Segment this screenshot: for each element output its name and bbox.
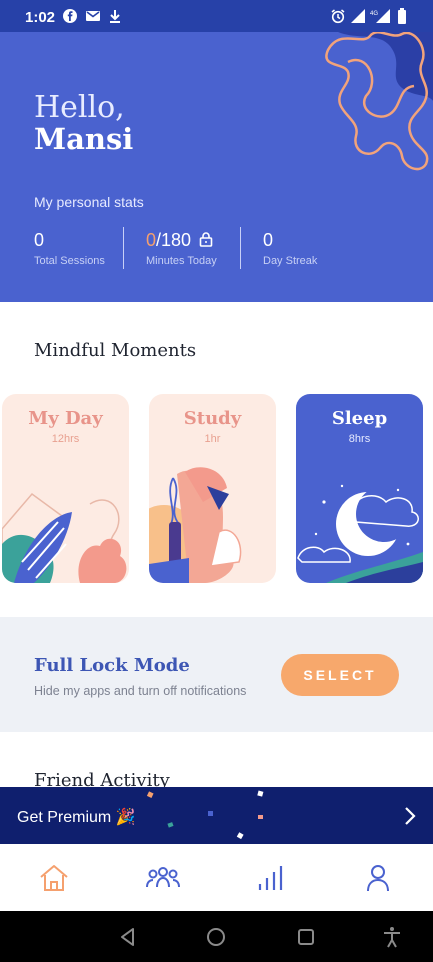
party-popper-icon: 🎉 [115,809,136,826]
decorative-blob-illustration [325,32,433,171]
bar-chart-icon[interactable] [256,862,288,894]
card-title: Study [183,408,242,429]
status-bar: 1:02 4G [0,0,433,32]
card-subtitle: 12hrs [51,433,80,445]
mindful-moments-title: Mindful Moments [34,340,197,361]
lock-icon[interactable] [198,231,214,247]
signal-icon [351,9,365,23]
recents-icon[interactable] [295,926,317,948]
stat-value: 0 [34,230,45,250]
stat-label: Minutes Today [146,255,217,267]
back-icon[interactable] [117,926,139,948]
alarm-icon [331,9,345,24]
get-premium-banner[interactable]: Get Premium 🎉 [0,787,433,844]
full-lock-mode-panel: Full Lock Mode Hide my apps and turn off… [0,617,433,732]
lock-mode-subtitle: Hide my apps and turn off notifications [34,684,247,698]
stat-divider [123,227,124,269]
accessibility-icon[interactable] [381,926,403,948]
user-name: Mansi [34,122,134,156]
stat-label: Day Streak [263,255,318,267]
download-icon [110,10,120,23]
stat-value: 0 [263,230,274,250]
premium-text: Get Premium [17,809,112,826]
stats-label: My personal stats [34,194,144,210]
card-title: My Day [28,408,103,429]
greeting: Hello, [34,90,125,125]
card-study[interactable]: Study 1hr [149,394,276,583]
network-4g-icon: 4G [370,9,390,23]
battery-icon [398,8,406,24]
facebook-icon [63,9,77,23]
group-icon[interactable] [145,862,181,894]
card-title: Sleep [331,408,388,429]
gmail-icon [86,11,100,21]
select-button[interactable]: SELECT [281,654,399,696]
card-subtitle: 8hrs [348,433,371,445]
premium-label: Get Premium 🎉 [17,807,136,827]
system-navigation-bar [0,911,433,962]
lock-mode-title: Full Lock Mode [34,655,190,676]
card-sleep[interactable]: Sleep 8hrs [296,394,423,583]
stat-label: Total Sessions [34,255,105,267]
network-label: 4G [370,11,378,17]
header-hero: Hello, Mansi My personal stats 0 Total S… [0,32,433,302]
minutes-total: /180 [156,230,192,250]
stat-minutes-today: 0/180 Minutes Today [146,230,217,267]
stat-value: 0/180 [146,230,217,251]
stat-day-streak: 0 Day Streak [263,230,317,267]
chevron-right-icon[interactable] [402,805,418,827]
card-my-day[interactable]: My Day 12hrs [2,394,129,583]
card-subtitle: 1hr [204,433,221,445]
confetti-decoration [146,790,264,840]
stat-divider [240,227,241,269]
person-icon[interactable] [362,862,394,894]
home-icon[interactable] [38,862,70,894]
home-circle-icon[interactable] [205,926,227,948]
status-time: 1:02 [25,9,56,26]
stat-total-sessions: 0 Total Sessions [34,230,105,267]
bottom-navigation [0,844,433,911]
minutes-current: 0 [146,230,157,250]
